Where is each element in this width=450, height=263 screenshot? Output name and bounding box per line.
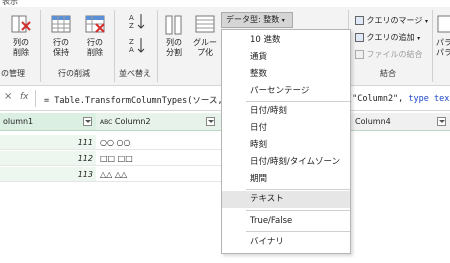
ribbon-separator xyxy=(114,10,115,82)
sort-ascending-button[interactable]: A Z xyxy=(127,12,147,33)
remove-columns-button[interactable]: 列の 削除 xyxy=(6,14,36,58)
group-by-label: グルー xyxy=(193,38,217,47)
menu-item-truefalse[interactable]: True/False xyxy=(222,213,350,230)
group-sort-label: 並べ替え xyxy=(119,69,151,78)
filter-dropdown-icon[interactable] xyxy=(83,117,92,126)
svg-text:Z: Z xyxy=(129,38,134,46)
chevron-down-icon: ▾ xyxy=(424,18,428,25)
group-by-label2: プ化 xyxy=(197,48,213,57)
column-header-1[interactable]: olumn1 xyxy=(0,113,96,131)
menu-item-binary[interactable]: バイナリ xyxy=(222,234,350,251)
group-row-reduce-label: 行の削減 xyxy=(58,69,90,78)
remove-rows-icon xyxy=(85,15,105,33)
sort-descending-icon: Z A xyxy=(129,38,145,54)
merge-queries-icon xyxy=(355,16,364,25)
combine-files-button[interactable]: ファイルの結合 xyxy=(355,49,423,60)
top-strip: 表示 xyxy=(0,0,450,7)
parameters-label2: パラ xyxy=(436,48,450,57)
split-column-label: 列の xyxy=(166,38,182,47)
menu-item-decimal[interactable]: 10 進数 xyxy=(222,32,350,49)
menu-divider xyxy=(246,231,350,232)
append-queries-button[interactable]: クエリの追加 ▾ xyxy=(355,32,420,43)
ribbon-separator xyxy=(157,10,158,82)
formula-bar-left: × fx xyxy=(0,90,36,107)
group-manage-label: の管理 xyxy=(1,69,25,78)
split-column-icon xyxy=(165,15,182,35)
svg-text:A: A xyxy=(129,46,134,54)
data-type-dropdown[interactable]: データ型: 整数 ▾ xyxy=(221,12,293,28)
column-header-4[interactable]: Column4 xyxy=(351,113,450,131)
menu-divider xyxy=(246,210,350,211)
split-column-button[interactable]: 列の 分割 xyxy=(160,14,188,58)
keep-rows-icon xyxy=(51,15,71,33)
column-header-2[interactable]: ABC Column2 xyxy=(96,113,221,131)
menu-divider xyxy=(246,101,350,102)
menu-item-currency[interactable]: 通貨 xyxy=(222,49,350,66)
chevron-down-icon: ▾ xyxy=(417,35,421,42)
ribbon-separator xyxy=(432,10,433,82)
menu-divider xyxy=(246,189,350,190)
cell-value[interactable]: 111 xyxy=(0,135,96,150)
menu-item-datetimezone[interactable]: 日付/時刻/タイムゾーン xyxy=(222,154,350,171)
parameters-button[interactable]: パラ パラ xyxy=(436,14,450,58)
group-by-icon xyxy=(195,15,215,33)
cell-value[interactable]: 112 xyxy=(0,151,96,166)
sort-ascending-icon: A Z xyxy=(129,14,145,30)
svg-text:A: A xyxy=(129,14,134,22)
remove-rows-button[interactable]: 行の 削除 xyxy=(80,14,110,58)
merge-queries-button[interactable]: クエリのマージ ▾ xyxy=(355,15,428,26)
fx-icon: fx xyxy=(20,92,29,102)
parameters-icon xyxy=(437,15,450,33)
split-column-label2: 分割 xyxy=(166,48,182,57)
cell-value[interactable]: 113 xyxy=(0,167,96,182)
keep-rows-button[interactable]: 行の 保持 xyxy=(46,14,76,58)
cell-value[interactable]: ○○ ○○ xyxy=(96,135,221,150)
remove-columns-icon xyxy=(11,15,31,33)
cell-value[interactable]: □□ □□ xyxy=(96,151,221,166)
text-type-icon: ABC xyxy=(100,119,113,126)
menu-item-time[interactable]: 時刻 xyxy=(222,137,350,154)
formula-string: {"Column2", xyxy=(347,94,404,104)
remove-columns-label: 列の xyxy=(13,38,29,47)
menu-item-date[interactable]: 日付 xyxy=(222,120,350,137)
formula-text-right[interactable]: {"Column2", type tex xyxy=(347,94,449,104)
remove-rows-label2: 削除 xyxy=(87,48,103,57)
column-header-label: Column2 xyxy=(114,117,151,126)
remove-rows-label: 行の xyxy=(87,38,103,47)
keep-rows-label: 行の xyxy=(53,38,69,47)
formula-keyword: type tex xyxy=(408,94,450,104)
menu-item-text[interactable]: テキスト xyxy=(222,191,350,208)
menu-item-percentage[interactable]: パーセンテージ xyxy=(222,83,350,100)
formula-text[interactable]: = Table.TransformColumnTypes(ソース, xyxy=(44,94,223,106)
keep-rows-label2: 保持 xyxy=(53,48,69,57)
filter-dropdown-icon[interactable] xyxy=(437,117,446,126)
svg-text:Z: Z xyxy=(129,22,134,30)
append-queries-icon xyxy=(355,33,364,42)
filter-dropdown-icon[interactable] xyxy=(206,117,215,126)
merge-queries-label: クエリのマージ xyxy=(366,16,423,25)
chevron-down-icon: ▾ xyxy=(281,17,285,24)
combine-files-icon xyxy=(355,50,364,59)
menu-item-datetime[interactable]: 日付/時刻 xyxy=(222,103,350,120)
cell-value[interactable]: △△ △△ xyxy=(96,167,221,182)
menu-item-duration[interactable]: 期間 xyxy=(222,171,350,188)
sort-descending-button[interactable]: Z A xyxy=(127,36,147,57)
column-header-label: olumn1 xyxy=(3,117,34,126)
group-by-button[interactable]: グルー プ化 xyxy=(190,14,220,58)
view-tab[interactable]: 表示 xyxy=(2,0,18,7)
data-type-menu: 10 進数 通貨 整数 パーセンテージ 日付/時刻 日付 時刻 日付/時刻/タイ… xyxy=(221,29,351,254)
column-header-label: Column4 xyxy=(355,117,391,126)
ribbon-separator xyxy=(40,10,41,82)
combine-files-label: ファイルの結合 xyxy=(366,50,423,59)
menu-item-integer[interactable]: 整数 xyxy=(222,66,350,83)
parameters-label: パラ xyxy=(436,38,450,47)
data-type-label: データ型: 整数 xyxy=(226,15,280,24)
remove-columns-label2: 削除 xyxy=(13,48,29,57)
append-queries-label: クエリの追加 xyxy=(366,33,415,42)
close-icon[interactable]: × xyxy=(4,91,12,102)
group-combine-label: 結合 xyxy=(380,69,396,78)
